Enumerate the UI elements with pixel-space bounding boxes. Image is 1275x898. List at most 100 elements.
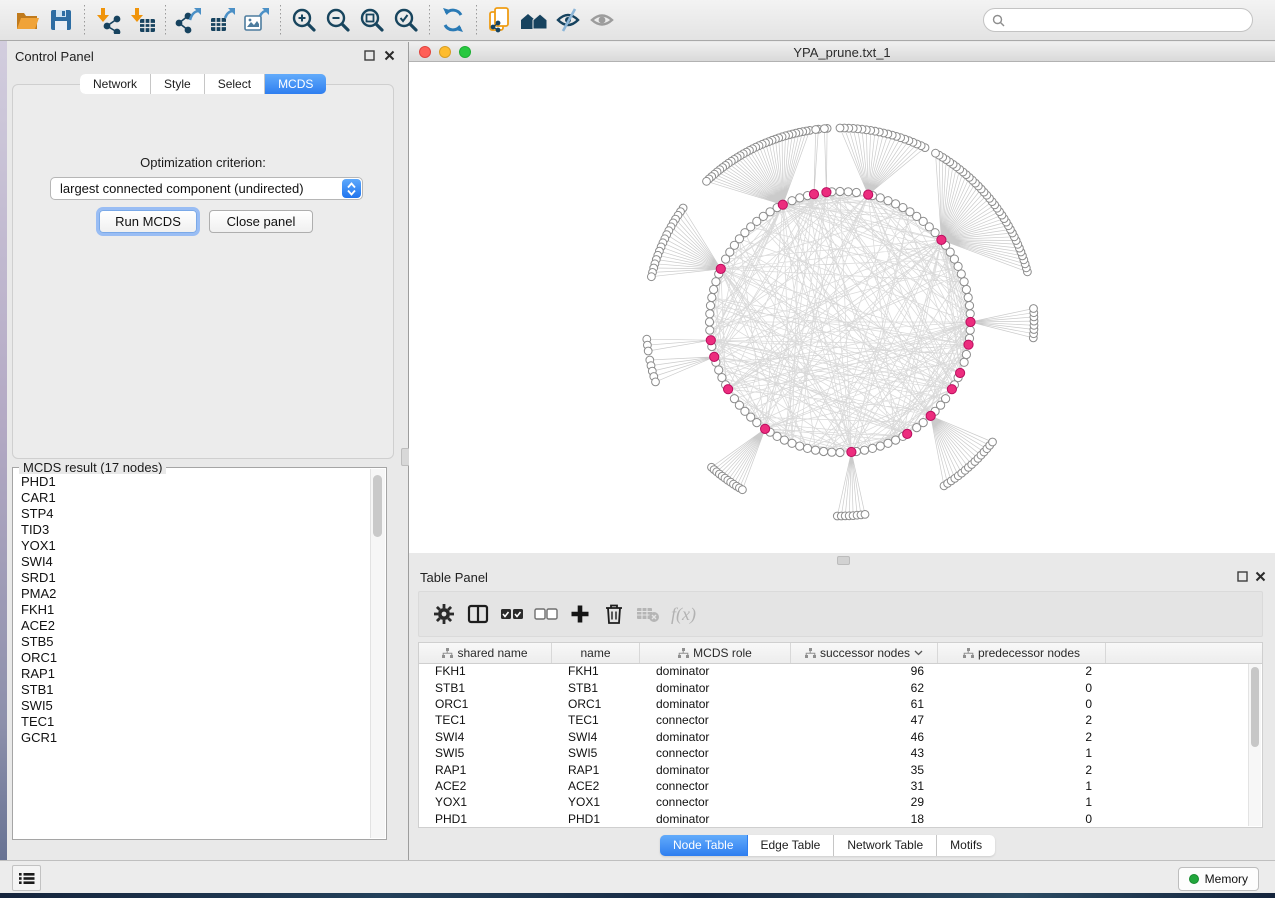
mcds-result-item[interactable]: PMA2 — [14, 586, 371, 602]
mcds-result-item[interactable]: ORC1 — [14, 650, 371, 666]
table-cell[interactable]: 2 — [938, 713, 1106, 727]
table-cell[interactable]: 1 — [938, 795, 1106, 809]
table-cell[interactable]: 1 — [938, 746, 1106, 760]
table-cell[interactable]: SWI4 — [552, 730, 640, 744]
hide-panels-icon[interactable] — [551, 4, 585, 36]
network-node[interactable] — [932, 149, 940, 157]
tab-mcds[interactable]: MCDS — [265, 74, 326, 94]
table-row[interactable]: SWI5SWI5connector431 — [419, 745, 1262, 761]
column-header-mcds-role[interactable]: MCDS role — [640, 643, 791, 663]
table-cell[interactable]: dominator — [640, 664, 791, 678]
tab-style[interactable]: Style — [151, 74, 205, 94]
search-input[interactable] — [1010, 12, 1244, 28]
open-file-icon[interactable] — [10, 4, 44, 36]
network-node[interactable] — [836, 187, 844, 195]
network-node[interactable] — [652, 378, 660, 386]
mcds-node[interactable] — [903, 429, 912, 438]
table-cell[interactable]: ORC1 — [419, 697, 552, 711]
network-node[interactable] — [960, 358, 968, 366]
table-cell[interactable]: YOX1 — [419, 795, 552, 809]
tab-select[interactable]: Select — [205, 74, 265, 94]
mcds-node[interactable] — [706, 336, 715, 345]
mcds-node[interactable] — [809, 190, 818, 199]
export-table-icon[interactable] — [206, 4, 240, 36]
table-cell[interactable]: ACE2 — [419, 779, 552, 793]
mcds-node[interactable] — [710, 352, 719, 361]
network-node[interactable] — [957, 270, 965, 278]
table-cell[interactable]: 47 — [791, 713, 938, 727]
network-node[interactable] — [861, 511, 869, 519]
network-canvas[interactable] — [409, 62, 1275, 553]
table-cell[interactable]: YOX1 — [552, 795, 640, 809]
table-row[interactable]: FKH1FKH1dominator962 — [419, 663, 1262, 679]
memory-button[interactable]: Memory — [1178, 867, 1259, 891]
table-cell[interactable]: 2 — [938, 763, 1106, 777]
mcds-node[interactable] — [947, 385, 956, 394]
task-history-button[interactable] — [12, 865, 41, 891]
deselect-all-icon[interactable] — [529, 596, 563, 632]
network-node[interactable] — [706, 310, 714, 318]
table-cell[interactable]: PHD1 — [419, 812, 552, 826]
mcds-result-item[interactable]: YOX1 — [14, 538, 371, 554]
table-cell[interactable]: TEC1 — [552, 713, 640, 727]
table-cell[interactable]: 96 — [791, 664, 938, 678]
refresh-icon[interactable] — [436, 4, 470, 36]
mcds-node[interactable] — [964, 340, 973, 349]
import-network-icon[interactable] — [91, 4, 125, 36]
mcds-result-item[interactable]: SWI4 — [14, 554, 371, 570]
table-cell[interactable]: connector — [640, 795, 791, 809]
column-header-predecessor-nodes[interactable]: predecessor nodes — [938, 643, 1106, 663]
tab-network[interactable]: Network — [80, 74, 151, 94]
table-cell[interactable]: SWI4 — [419, 730, 552, 744]
export-image-icon[interactable] — [240, 4, 274, 36]
table-cell[interactable]: 0 — [938, 812, 1106, 826]
network-node[interactable] — [706, 302, 714, 310]
table-row[interactable]: PHD1PHD1dominator180 — [419, 811, 1262, 827]
mcds-node[interactable] — [716, 264, 725, 273]
mcds-node[interactable] — [847, 447, 856, 456]
scrollbar-thumb[interactable] — [373, 475, 382, 537]
criterion-dropdown[interactable]: largest connected component (undirected) — [50, 177, 363, 200]
network-node[interactable] — [884, 197, 892, 205]
network-node[interactable] — [811, 446, 819, 454]
splitter-handle[interactable] — [837, 556, 850, 565]
network-node[interactable] — [703, 177, 711, 185]
table-cell[interactable]: connector — [640, 779, 791, 793]
mcds-result-item[interactable]: ACE2 — [14, 618, 371, 634]
network-node[interactable] — [942, 395, 950, 403]
network-node[interactable] — [796, 194, 804, 202]
table-cell[interactable]: 2 — [938, 730, 1106, 744]
network-node[interactable] — [876, 442, 884, 450]
run-mcds-button[interactable]: Run MCDS — [99, 210, 197, 233]
mcds-result-item[interactable]: CAR1 — [14, 490, 371, 506]
network-node[interactable] — [812, 126, 820, 134]
show-graphics-icon[interactable] — [585, 4, 619, 36]
table-cell[interactable]: 0 — [938, 697, 1106, 711]
network-node[interactable] — [828, 448, 836, 456]
export-network-icon[interactable] — [172, 4, 206, 36]
network-node[interactable] — [821, 125, 829, 133]
table-cell[interactable]: STB1 — [419, 681, 552, 695]
table-cell[interactable]: dominator — [640, 812, 791, 826]
zoom-selected-icon[interactable] — [389, 4, 423, 36]
network-node[interactable] — [876, 194, 884, 202]
mcds-node[interactable] — [761, 424, 770, 433]
tab-motifs[interactable]: Motifs — [937, 835, 995, 856]
table-cell[interactable]: dominator — [640, 697, 791, 711]
column-header-shared-name[interactable]: shared name — [419, 643, 552, 663]
mcds-node[interactable] — [778, 200, 787, 209]
table-row[interactable]: TEC1TEC1connector472 — [419, 712, 1262, 728]
network-node[interactable] — [844, 188, 852, 196]
table-cell[interactable]: dominator — [640, 763, 791, 777]
add-row-icon[interactable] — [563, 596, 597, 632]
mcds-result-item[interactable]: FKH1 — [14, 602, 371, 618]
table-cell[interactable]: RAP1 — [552, 763, 640, 777]
network-node[interactable] — [780, 436, 788, 444]
table-cell[interactable]: dominator — [640, 730, 791, 744]
mcds-result-item[interactable]: SWI5 — [14, 698, 371, 714]
table-cell[interactable]: TEC1 — [419, 713, 552, 727]
table-row[interactable]: ORC1ORC1dominator610 — [419, 696, 1262, 712]
tab-network-table[interactable]: Network Table — [834, 835, 937, 856]
network-node[interactable] — [722, 255, 730, 263]
mcds-result-item[interactable]: PHD1 — [14, 474, 371, 490]
